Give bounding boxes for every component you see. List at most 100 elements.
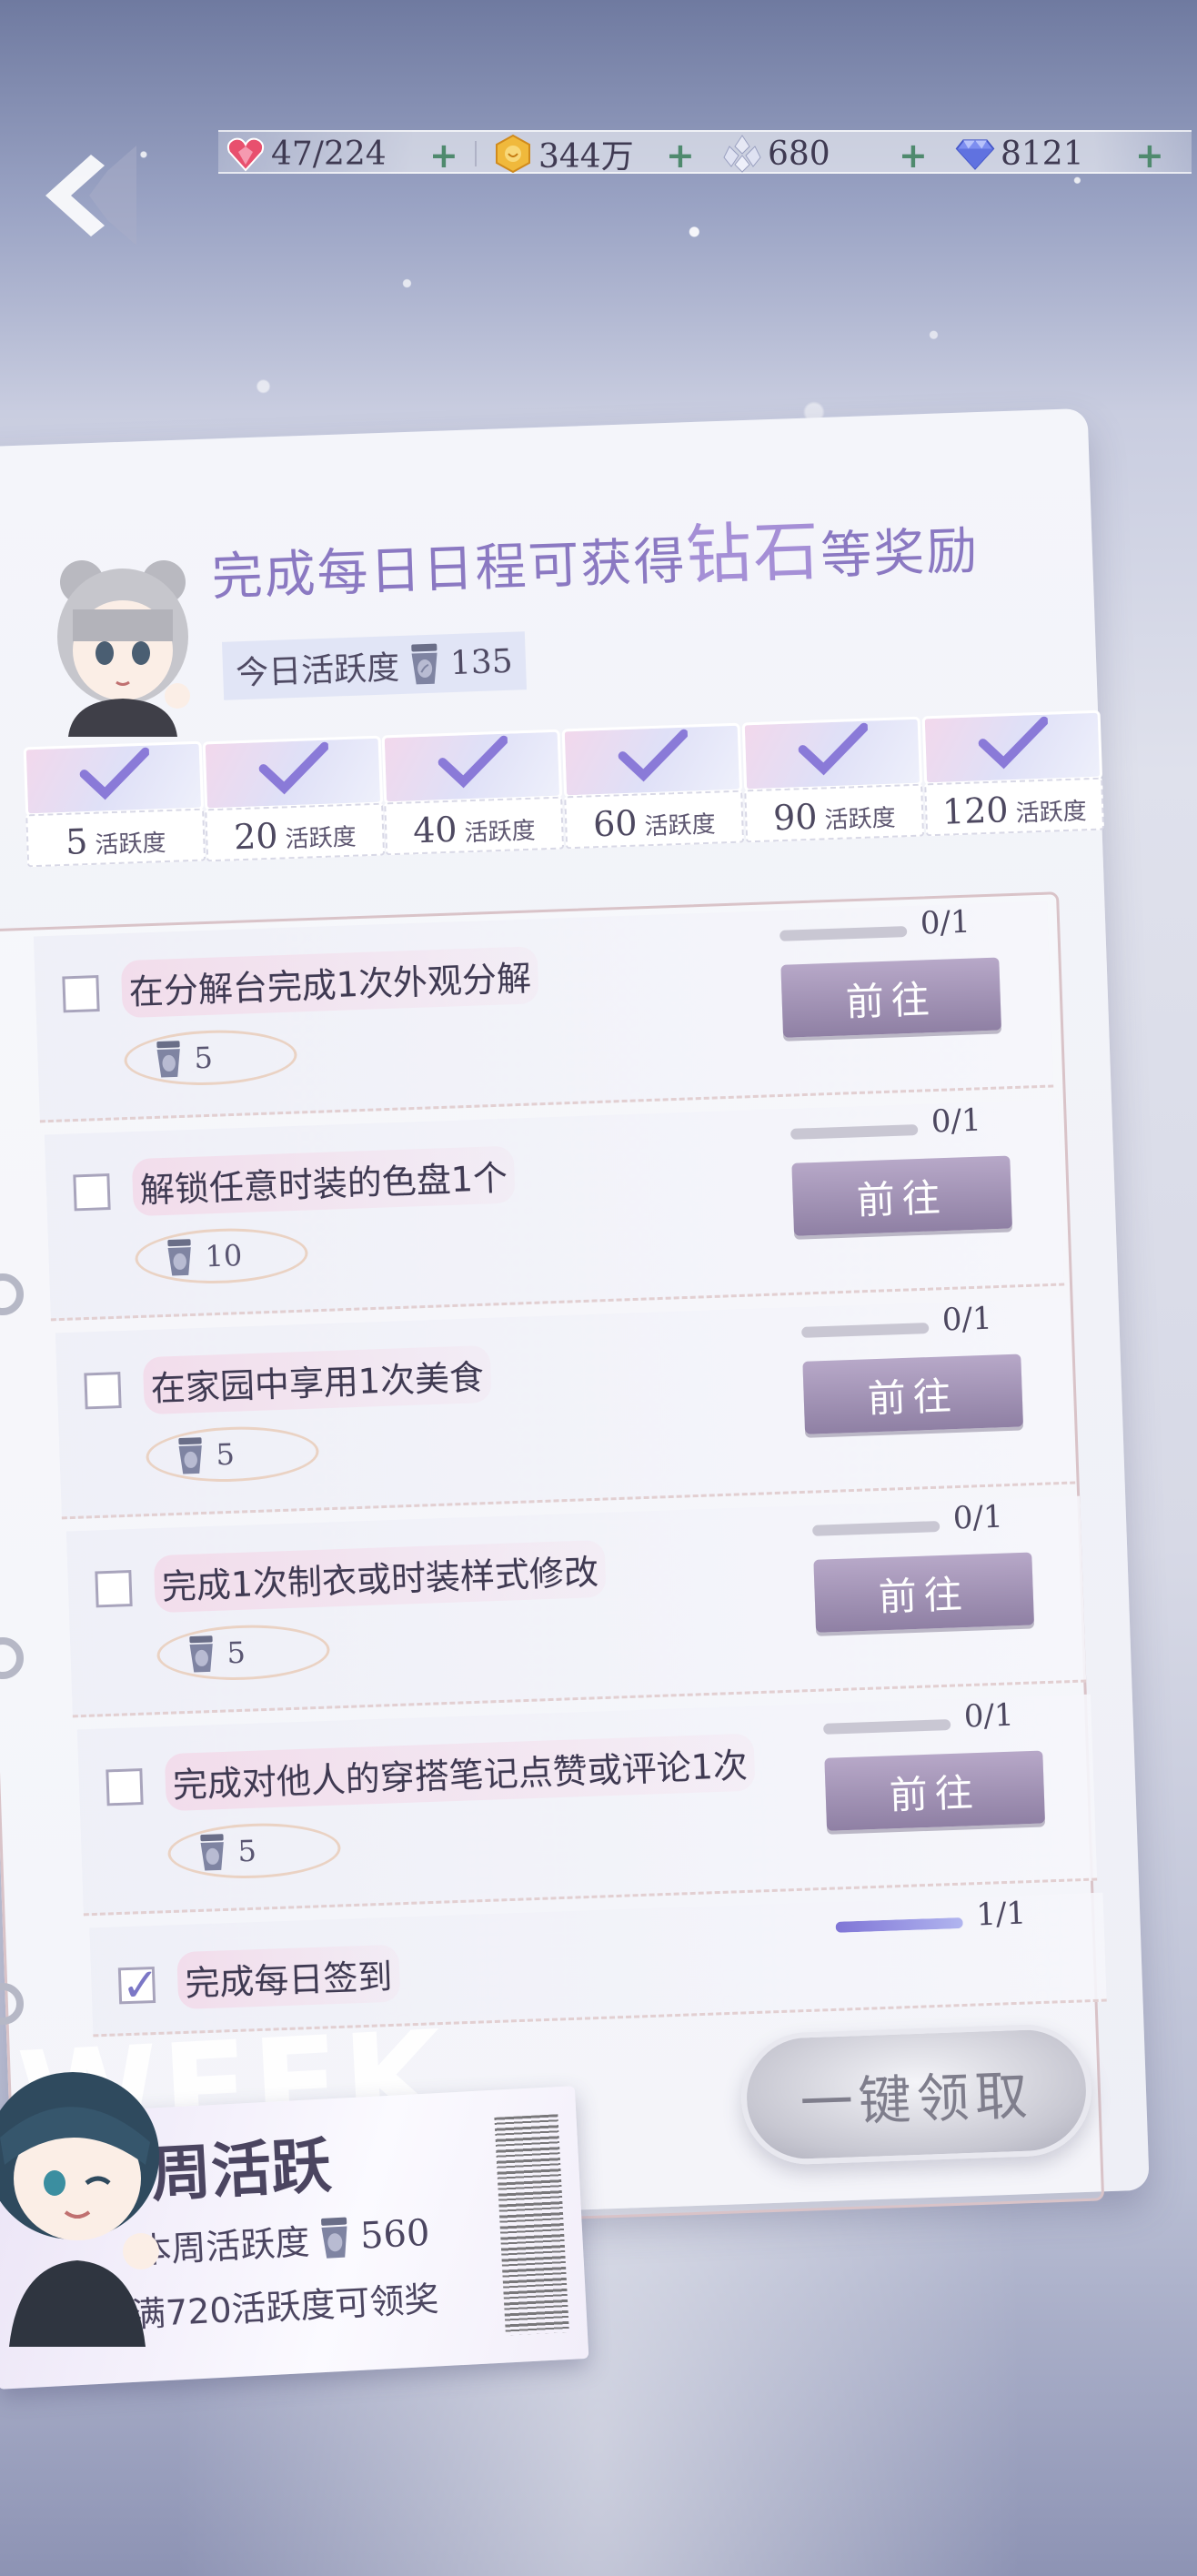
task-progress-text: 0/1 bbox=[941, 1300, 993, 1339]
coffee-cup-icon bbox=[411, 643, 438, 685]
milestone-value: 40 bbox=[412, 809, 458, 851]
task-title: 完成每日签到 bbox=[176, 1944, 401, 2010]
title-part: 完成每日日程可获得 bbox=[210, 531, 688, 608]
go-button[interactable]: 前往 bbox=[780, 957, 1002, 1038]
check-icon bbox=[618, 729, 689, 782]
barcode bbox=[494, 2114, 569, 2336]
milestone-reward[interactable]: 120 活跃度 bbox=[921, 709, 1105, 844]
task-reward-value: 5 bbox=[215, 1436, 236, 1473]
milestone-unit: 活跃度 bbox=[644, 810, 717, 841]
today-activity-label: 今日活跃度 bbox=[235, 649, 400, 693]
go-button[interactable]: 前往 bbox=[824, 1750, 1046, 1831]
resource-bar: 47/224 + 344万 + 680 + 8121 + bbox=[218, 130, 1192, 176]
go-button[interactable]: 前往 bbox=[791, 1155, 1013, 1236]
add-stamina-button[interactable]: + bbox=[429, 136, 458, 176]
go-button[interactable]: 前往 bbox=[802, 1353, 1024, 1434]
go-button[interactable]: 前往 bbox=[813, 1552, 1035, 1633]
task-checkbox bbox=[73, 1173, 111, 1212]
resource-gold: 344万 bbox=[493, 132, 634, 176]
today-activity-value: 135 bbox=[449, 642, 514, 682]
title-highlight: 钻石 bbox=[684, 512, 822, 594]
task-reward: 10 bbox=[134, 1225, 309, 1287]
back-button[interactable] bbox=[36, 146, 136, 246]
milestone-label: 20 活跃度 bbox=[205, 802, 386, 862]
task-progress-bar bbox=[780, 926, 908, 941]
milestone-reward[interactable]: 60 活跃度 bbox=[561, 722, 745, 857]
heart-gem-icon bbox=[226, 134, 266, 174]
milestone-label: 60 活跃度 bbox=[564, 790, 745, 850]
gold-coin-icon bbox=[493, 134, 533, 174]
task-progress-text: 1/1 bbox=[975, 1895, 1027, 1934]
coffee-cup-icon bbox=[200, 1834, 224, 1871]
milestone-value: 5 bbox=[65, 821, 89, 862]
milestone-unit: 活跃度 bbox=[464, 817, 537, 848]
coffee-cup-icon bbox=[321, 2217, 347, 2259]
task-row: 解锁任意时装的色盘1个 10 0/1 前往 bbox=[44, 1099, 1065, 1322]
task-reward-value: 5 bbox=[226, 1635, 246, 1671]
milestone-value: 120 bbox=[941, 790, 1010, 832]
diamond-value: 8121 bbox=[1001, 135, 1084, 173]
task-progress-bar bbox=[790, 1124, 919, 1140]
weekly-reward-note: 满720活跃度可领奖 bbox=[130, 2279, 440, 2336]
task-checkbox-checked bbox=[117, 1967, 156, 2005]
crystal-cluster-icon bbox=[722, 134, 762, 174]
resource-crystal: 680 bbox=[722, 132, 830, 176]
stamina-value: 47/224 bbox=[271, 135, 387, 173]
task-reward-value: 5 bbox=[193, 1040, 214, 1076]
task-reward: 5 bbox=[156, 1622, 331, 1684]
weekly-character-avatar bbox=[0, 2056, 173, 2347]
resource-stamina: 47/224 bbox=[226, 132, 387, 176]
task-row: 在分解台完成1次外观分解 5 0/1 前往 bbox=[33, 901, 1054, 1123]
milestone-label: 90 活跃度 bbox=[744, 783, 925, 843]
task-reward: 5 bbox=[123, 1027, 298, 1089]
title-part: 等奖励 bbox=[820, 521, 981, 587]
task-checkbox bbox=[62, 975, 100, 1013]
task-progress-text: 0/1 bbox=[963, 1696, 1015, 1736]
milestone-value: 60 bbox=[592, 802, 639, 845]
check-icon bbox=[79, 747, 150, 800]
weekly-title: 周活跃 bbox=[149, 2129, 333, 2210]
diamond-icon bbox=[955, 134, 995, 174]
task-checkbox bbox=[95, 1570, 133, 1608]
add-gold-button[interactable]: + bbox=[666, 136, 695, 176]
task-checkbox bbox=[84, 1372, 122, 1410]
task-progress-text: 0/1 bbox=[920, 903, 971, 942]
milestone-label: 40 活跃度 bbox=[384, 796, 565, 856]
task-reward: 5 bbox=[166, 1820, 342, 1882]
weekly-activity: 本周活跃度 560 bbox=[136, 2208, 431, 2273]
coffee-cup-icon bbox=[167, 1239, 191, 1276]
task-title: 在分解台完成1次外观分解 bbox=[120, 946, 539, 1019]
task-reward-value: 5 bbox=[236, 1833, 257, 1869]
coffee-cup-icon bbox=[178, 1437, 202, 1474]
add-diamond-button[interactable]: + bbox=[1135, 136, 1164, 176]
milestone-unit: 活跃度 bbox=[824, 804, 897, 835]
progress-fill bbox=[835, 1917, 963, 1933]
task-reward: 5 bbox=[145, 1424, 320, 1485]
task-title: 解锁任意时装的色盘1个 bbox=[131, 1145, 516, 1217]
milestone-unit: 活跃度 bbox=[1015, 798, 1088, 828]
check-icon bbox=[978, 716, 1049, 770]
divider bbox=[475, 141, 477, 166]
crystal-value: 680 bbox=[768, 135, 830, 173]
claim-all-button[interactable]: 一键领取 bbox=[739, 2022, 1094, 2167]
check-icon bbox=[798, 722, 869, 776]
task-reward-value: 10 bbox=[204, 1238, 243, 1274]
task-row: 完成1次制衣或时装样式修改 5 0/1 前往 bbox=[65, 1495, 1087, 1718]
today-activity: 今日活跃度 135 bbox=[221, 631, 527, 700]
task-progress-bar bbox=[835, 1917, 963, 1933]
add-crystal-button[interactable]: + bbox=[899, 136, 928, 176]
milestone-unit: 活跃度 bbox=[285, 823, 357, 854]
task-row: 在家园中享用1次美食 5 0/1 前往 bbox=[55, 1297, 1076, 1520]
task-progress-text: 0/1 bbox=[930, 1102, 982, 1141]
task-progress-bar bbox=[823, 1719, 951, 1735]
chevron-left-icon bbox=[45, 146, 136, 246]
milestone-reward[interactable]: 20 活跃度 bbox=[202, 735, 386, 870]
milestone-unit: 活跃度 bbox=[94, 830, 167, 860]
task-title: 完成1次制衣或时装样式修改 bbox=[153, 1539, 607, 1614]
milestone-reward[interactable]: 40 活跃度 bbox=[381, 729, 565, 863]
milestone-reward[interactable]: 5 活跃度 bbox=[23, 740, 206, 875]
coffee-cup-icon bbox=[189, 1635, 213, 1673]
task-title: 在家园中享用1次美食 bbox=[142, 1344, 492, 1415]
milestone-reward[interactable]: 90 活跃度 bbox=[741, 716, 925, 850]
check-icon bbox=[438, 735, 508, 789]
